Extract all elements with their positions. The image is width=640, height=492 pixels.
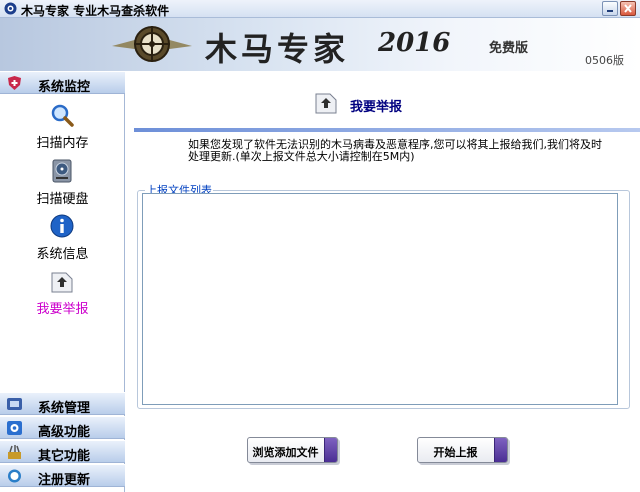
file-list[interactable] [142,193,618,405]
manage-icon [7,398,22,410]
close-button[interactable] [620,1,636,16]
button-grip-icon [324,438,337,462]
sidebar-section-label: 系统监控 [38,80,91,95]
sidebar-section-label: 系统管理 [38,401,91,416]
magnifier-icon [51,104,74,127]
sidebar-section-other[interactable]: 其它功能 [0,440,125,464]
sidebar-item-report[interactable]: 我要举报 [0,267,125,319]
upload-report-icon [315,93,337,114]
shield-plus-icon [8,76,21,90]
browse-button-label: 浏览添加文件 [252,446,319,459]
sidebar-item-scan-memory[interactable]: 扫描内存 [0,101,125,153]
close-icon [624,4,632,13]
divider [134,128,640,132]
hard-disk-icon [52,159,72,183]
sidebar-section-label: 注册更新 [38,473,91,488]
sidebar-section-label: 高级功能 [38,425,91,440]
report-description: 如果您发现了软件无法识别的木马病毒及恶意程序,您可以将其上报给我们,我们将及时处… [188,138,602,163]
sidebar-item-label: 我要举报 [36,302,89,317]
sidebar-item-system-info[interactable]: 系统信息 [0,212,125,264]
banner: 木马专家 2016 免费版 0506版 [0,18,640,71]
sidebar-item-scan-disk[interactable]: 扫描硬盘 [0,157,125,209]
gear-icon [7,421,22,435]
browse-add-file-button[interactable]: 浏览添加文件 [247,437,338,463]
sidebar-item-label: 扫描内存 [36,136,89,151]
sidebar: 系统监控 扫描内存 扫描硬盘 系统信息 我要举报 系统管理 高级功能 其它功能 … [0,71,125,492]
banner-title: 木马专家 [205,30,350,68]
banner-version: 0506版 [585,54,624,67]
upload-report-icon [51,272,73,293]
title-bar: 木马专家 专业木马查杀软件 [0,0,640,18]
upload-button-label: 开始上报 [433,446,478,459]
page-title: 我要举报 [350,100,403,115]
crosshair-logo-icon [112,26,192,62]
tools-icon [8,445,21,459]
register-icon [8,469,21,483]
minimize-button[interactable] [602,1,618,16]
sidebar-item-label: 系统信息 [36,247,89,262]
sidebar-item-label: 扫描硬盘 [36,192,89,207]
sidebar-section-label: 其它功能 [38,449,91,464]
app-icon [4,2,17,15]
button-grip-icon [494,438,507,462]
minimize-icon [607,10,613,12]
banner-year: 2016 [378,28,451,58]
sidebar-section-system-manage[interactable]: 系统管理 [0,392,125,416]
start-upload-button[interactable]: 开始上报 [417,437,508,463]
window-title: 木马专家 专业木马查杀软件 [21,4,170,18]
sidebar-section-advanced[interactable]: 高级功能 [0,416,125,440]
main-panel: 我要举报 如果您发现了软件无法识别的木马病毒及恶意程序,您可以将其上报给我们,我… [126,71,640,492]
sidebar-section-register[interactable]: 注册更新 [0,464,125,488]
sidebar-section-system-monitor[interactable]: 系统监控 [0,71,125,95]
info-icon [50,214,74,238]
banner-edition: 免费版 [489,41,529,56]
